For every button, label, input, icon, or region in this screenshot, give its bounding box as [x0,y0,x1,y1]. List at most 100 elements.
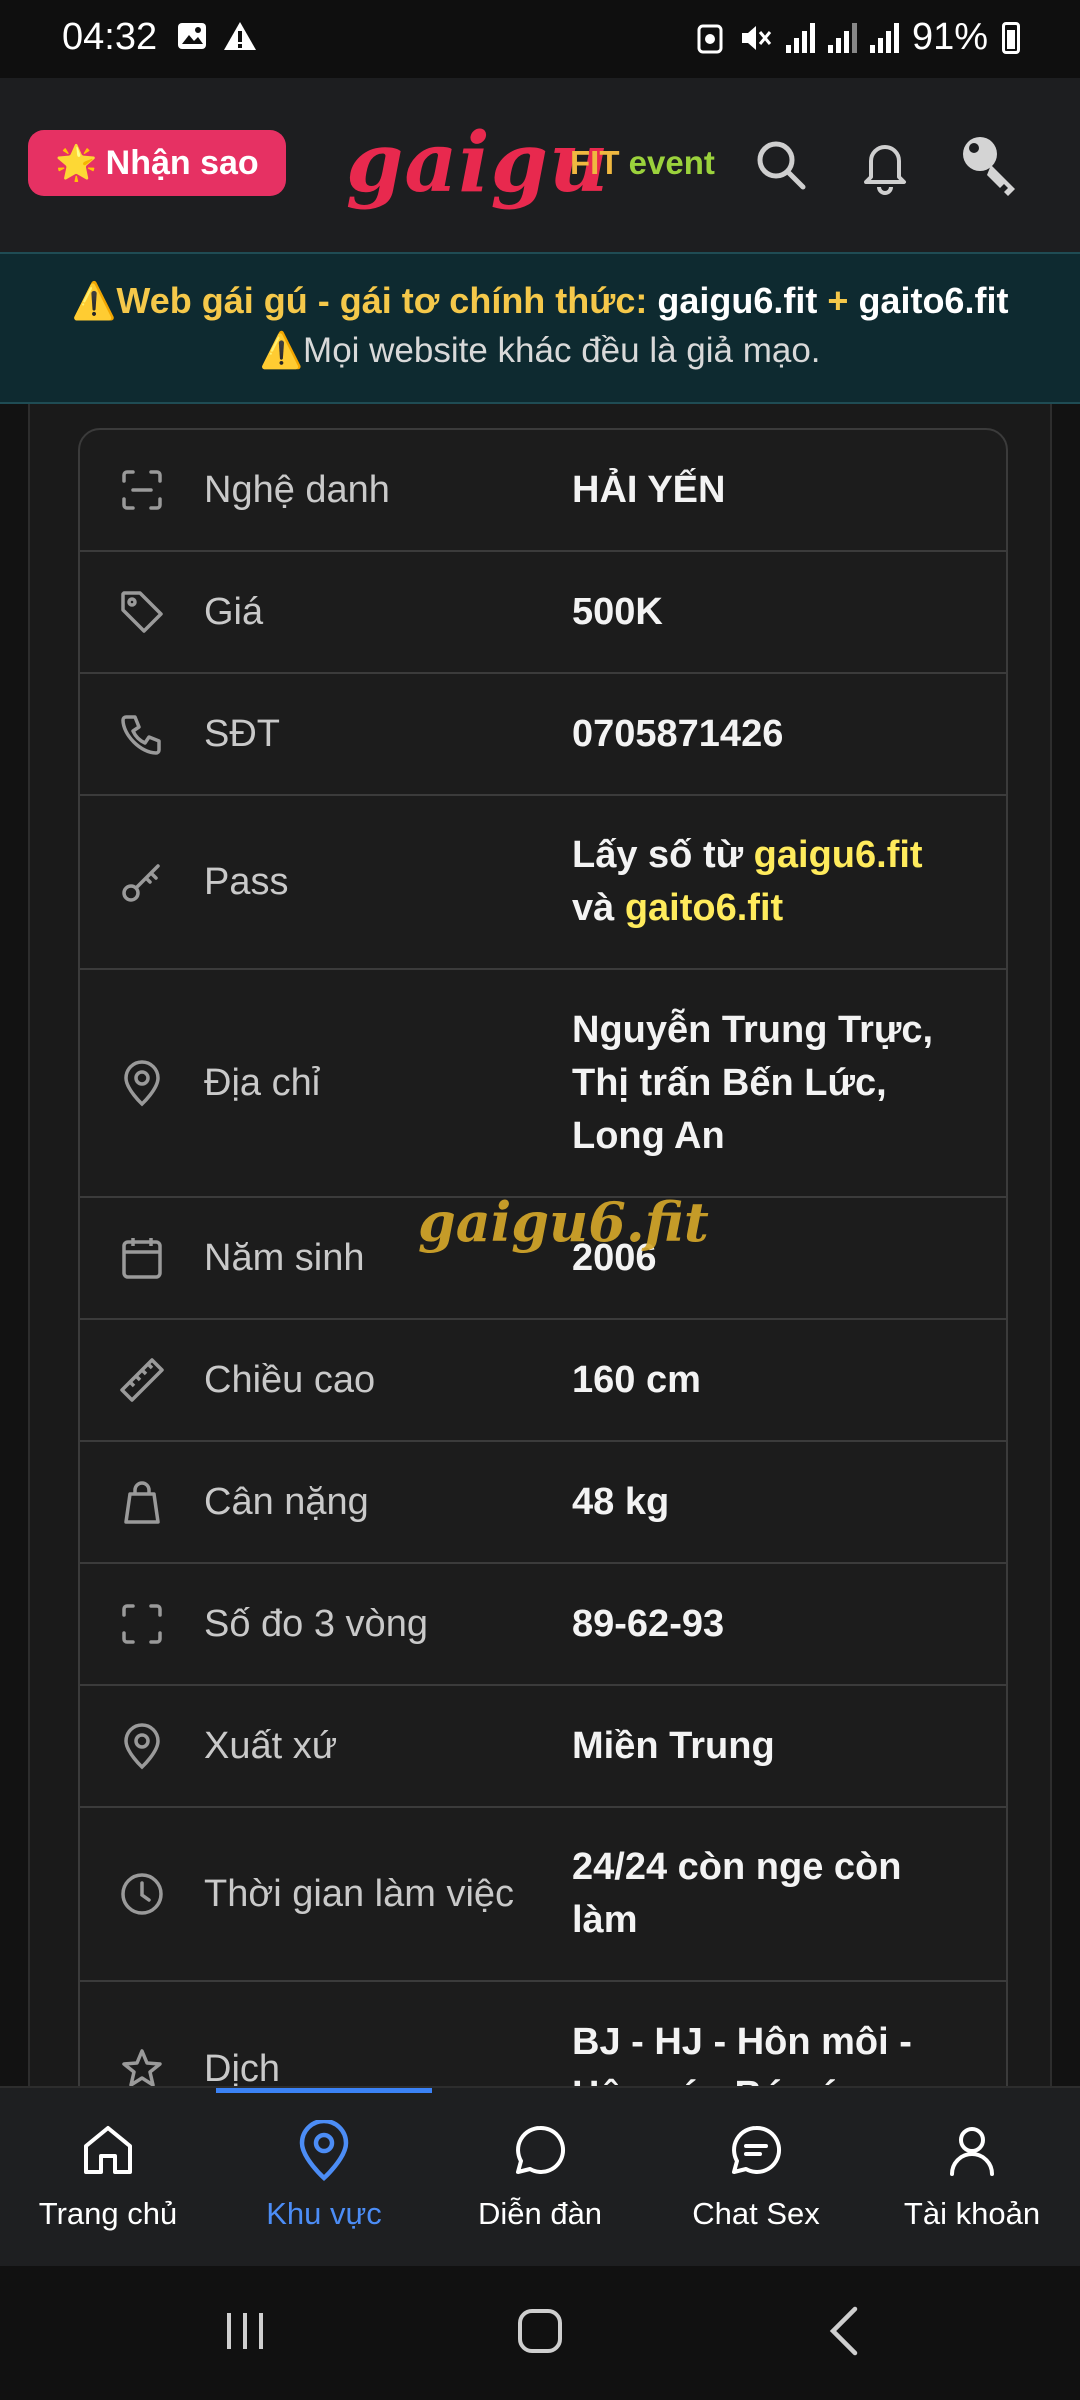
calendar-icon [122,1238,162,1279]
user-icon [950,2127,994,2176]
row-label: Giá [204,590,264,633]
nav-forum[interactable]: Diễn đàn [432,2088,648,2268]
content-area[interactable]: Nghệ danh HẢI YẾN Giá 500K SĐT 070587142… [28,404,1052,2086]
services-line: Hôn vú - Bú vú [572,2069,986,2086]
notifications-button[interactable] [850,130,920,200]
row-working-hours: Thời gian làm việc 24/24 còn nge còn làm [80,1808,1006,1982]
signal-icon [785,22,815,53]
system-navigation-bar [0,2266,1080,2400]
row-birth-year: Năm sinh 2006 [80,1198,1006,1320]
notice-domain-2[interactable]: gaito6.fit [858,280,1008,321]
row-label: Thời gian làm việc [204,1872,515,1915]
row-label: Cân nặng [204,1480,369,1523]
notice-line-2: ⚠️Mọi website khác đều là giả mạo. [259,331,821,370]
row-label: Số đo 3 vòng [204,1602,428,1645]
row-origin: Xuất xứ Miền Trung [80,1686,1006,1808]
event-word-label: event [628,144,715,181]
services-line: BJ - HJ - Hôn môi - [572,2021,912,2063]
row-phone: SĐT 0705871426 [80,674,1006,796]
notification-icons [176,20,258,52]
services-value: BJ - HJ - Hôn môi - Hôn vú - Bú vú [572,1982,1006,2086]
measure-icon [122,1604,162,1644]
message-icon [732,2125,782,2174]
back-icon [829,2306,858,2356]
back-button[interactable] [810,2296,880,2366]
row-label: Địa chỉ [204,1061,321,1104]
pass-text: Lấy số từ [572,834,754,876]
nav-home[interactable]: Trang chủ [0,2088,216,2268]
row-address: Địa chỉ Nguyễn Trung Trực, Thị trấn Bến … [80,970,1006,1198]
measurements-value: 89-62-93 [572,1602,725,1645]
row-weight: Cân nặng 48 kg [80,1442,1006,1564]
row-price: Giá 500K [80,552,1006,674]
profile-info-table: Nghệ danh HẢI YẾN Giá 500K SĐT 070587142… [78,428,1008,2086]
login-button[interactable] [956,130,1026,200]
address-line: Nguyễn Trung Trực, [572,1008,934,1051]
search-icon [757,141,806,190]
map-pin-icon [124,1723,160,1770]
status-time: 04:32 [62,16,158,58]
row-stage-name: Nghệ danh HẢI YẾN [80,430,1006,552]
row-label: Năm sinh [204,1236,365,1279]
height-value: 160 cm [572,1358,701,1401]
address-value: Nguyễn Trung Trực, Thị trấn Bến Lức, Lon… [572,970,1006,1196]
event-link[interactable]: FIT event [570,144,715,182]
home-circle-icon [518,2309,562,2353]
recent-apps-button[interactable] [210,2296,280,2366]
pass-value: Lấy số từ gaigu6.fit và gaito6.fit [572,796,1006,968]
warning-icon [224,22,256,50]
bottom-navigation: Trang chủ Khu vực Diễn đàn Chat Sex Tài … [0,2086,1080,2266]
nav-account[interactable]: Tài khoản [864,2088,1080,2268]
recycle-icon [697,24,723,53]
pass-link-gaito[interactable]: gaito6.fit [625,887,783,929]
clock-icon [121,1873,163,1915]
row-height: Chiều cao 160 cm [80,1320,1006,1442]
home-system-button[interactable] [505,2296,575,2366]
image-icon [178,23,206,49]
row-label: Chiều cao [204,1358,376,1401]
search-button[interactable] [746,130,816,200]
star-burst-icon: 🌟 [55,144,98,182]
rate-button[interactable]: 🌟 Nhận sao [28,130,286,196]
system-status: 91% [696,16,1020,59]
row-label: Nghệ danh [204,468,390,511]
weight-value: 48 kg [572,1480,670,1523]
price-value: 500K [572,590,663,633]
pass-link-gaigu[interactable]: gaigu6.fit [754,834,923,876]
bell-icon [864,145,906,195]
map-pin-icon [124,1060,160,1107]
ruler-icon [120,1358,164,1402]
address-line: Long An [572,1114,725,1157]
rate-button-label: Nhận sao [105,143,259,182]
key-icon [963,137,1015,196]
notice-prefix: ⚠️Web gái gú - gái tơ chính thức: [71,280,648,321]
mute-icon [741,25,772,50]
address-line: Thị trấn Bến Lức, [572,1061,887,1104]
birth-year-value: 2006 [572,1236,657,1279]
signal-icon [869,22,899,53]
phone-value[interactable]: 0705871426 [572,674,1006,794]
signal-icon [827,22,857,53]
stage-name-value: HẢI YẾN [572,468,726,511]
weight-icon [124,1481,160,1524]
status-bar: 04:32 91% [0,0,1080,78]
star-icon [122,2049,162,2086]
row-label: SĐT [204,712,280,755]
origin-value: Miền Trung [572,1724,775,1767]
notice-domain-1[interactable]: gaigu6.fit [657,280,817,321]
nav-label: Khu vực [266,2196,382,2231]
nav-label: Tài khoản [903,2196,1041,2231]
hours-line: 24/24 còn nge còn [572,1846,902,1888]
phone-icon [121,715,161,755]
recent-apps-icon [227,2313,263,2349]
notice-line-1: ⚠️Web gái gú - gái tơ chính thức: gaigu6… [0,280,1080,322]
nav-label: Chat Sex [692,2196,820,2231]
nav-chat[interactable]: Chat Sex [648,2088,864,2268]
battery-percent: 91% [911,16,988,58]
key-icon [122,864,160,902]
nav-area[interactable]: Khu vực [216,2088,432,2268]
row-measurements: Số đo 3 vòng 89-62-93 [80,1564,1006,1686]
notice-plus: + [827,280,849,321]
row-label: Xuất xứ [204,1724,338,1767]
row-services: Dịch BJ - HJ - Hôn môi - Hôn vú - Bú vú [80,1982,1006,2086]
